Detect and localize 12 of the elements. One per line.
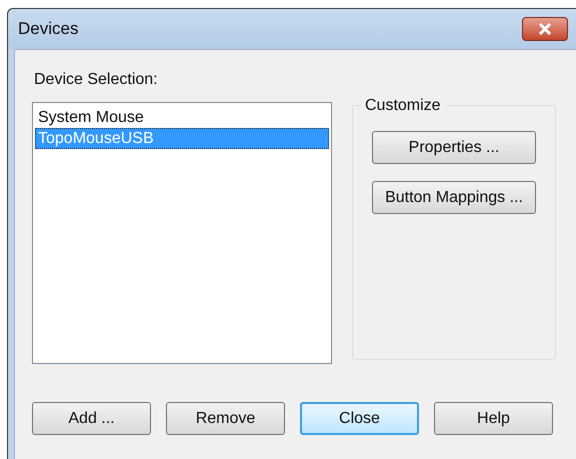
push-button[interactable]: Close: [300, 402, 419, 435]
close-icon: [538, 23, 552, 35]
window-title: Devices: [18, 18, 78, 40]
push-button[interactable]: Help: [434, 402, 553, 435]
list-item[interactable]: System Mouse: [35, 107, 329, 128]
close-button[interactable]: [522, 17, 568, 41]
push-button[interactable]: Button Mappings ...: [372, 181, 536, 214]
device-selection-label: Device Selection:: [34, 70, 159, 90]
push-button[interactable]: Add ...: [32, 402, 151, 435]
device-list[interactable]: System Mouse TopoMouseUSB: [32, 102, 332, 364]
push-button[interactable]: Remove: [166, 402, 285, 435]
push-button[interactable]: Properties ...: [372, 131, 536, 164]
